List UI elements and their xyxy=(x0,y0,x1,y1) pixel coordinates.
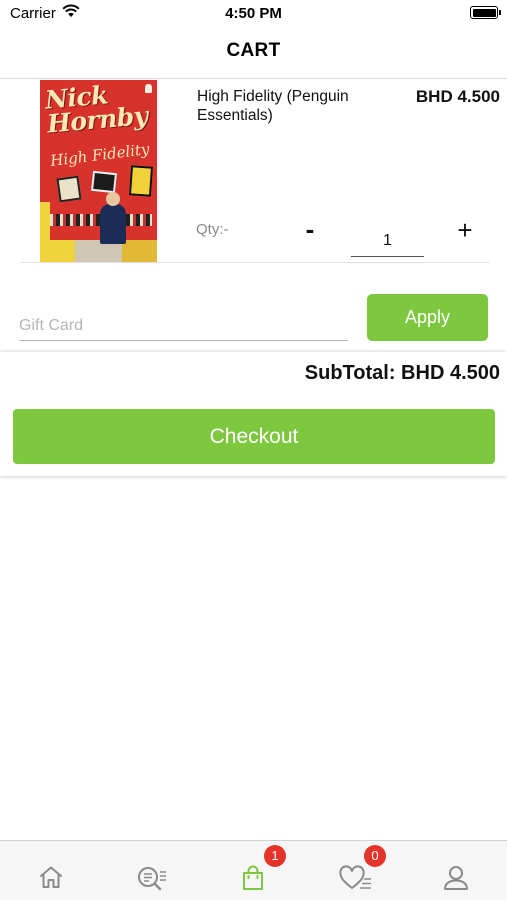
item-divider xyxy=(20,262,490,263)
cover-artwork xyxy=(128,165,154,197)
wishlist-icon xyxy=(339,865,371,889)
cover-artwork xyxy=(46,214,152,226)
search-icon xyxy=(138,867,166,891)
gift-card-input[interactable] xyxy=(19,311,348,341)
checkout-button[interactable]: Checkout xyxy=(13,409,495,464)
tab-wishlist[interactable]: 0 xyxy=(322,841,386,900)
cover-artwork xyxy=(91,170,117,194)
quantity-field[interactable] xyxy=(351,226,424,257)
product-title[interactable]: High Fidelity (Penguin Essentials) xyxy=(197,87,377,125)
quantity-label: Qty:- xyxy=(196,221,229,238)
nav-divider xyxy=(0,78,507,79)
book-cover-image[interactable]: Nick Hornby High Fidelity xyxy=(40,80,157,262)
decrease-quantity-button[interactable]: - xyxy=(298,216,322,244)
tab-search[interactable] xyxy=(120,841,180,900)
shopping-bag-icon xyxy=(243,865,263,890)
order-summary-card: SubTotal: BHD 4.500 Checkout xyxy=(0,352,507,476)
page-title: CART xyxy=(226,40,281,61)
apply-gift-card-button[interactable]: Apply xyxy=(367,294,488,341)
cover-author-text: Nick Hornby xyxy=(43,80,149,139)
tab-cart[interactable]: 1 xyxy=(223,841,286,900)
cover-artwork xyxy=(40,240,157,262)
product-price: BHD 4.500 xyxy=(415,87,500,106)
cover-artwork xyxy=(100,204,126,244)
tab-home[interactable] xyxy=(21,841,81,900)
wishlist-count-badge: 0 xyxy=(364,845,386,867)
bottom-tab-bar: 1 0 xyxy=(0,840,507,900)
status-bar: Carrier 4:50 PM xyxy=(0,0,507,28)
home-icon xyxy=(40,866,62,888)
subtotal-text: SubTotal: BHD 4.500 xyxy=(304,362,500,384)
status-time: 4:50 PM xyxy=(225,5,282,22)
profile-icon xyxy=(444,866,468,890)
penguin-logo-icon xyxy=(145,84,152,93)
tab-profile[interactable] xyxy=(425,841,485,900)
cover-artwork xyxy=(56,175,82,203)
cart-count-badge: 1 xyxy=(264,845,286,867)
increase-quantity-button[interactable]: + xyxy=(452,216,478,244)
cover-artwork xyxy=(106,192,120,206)
battery-icon xyxy=(470,6,501,19)
